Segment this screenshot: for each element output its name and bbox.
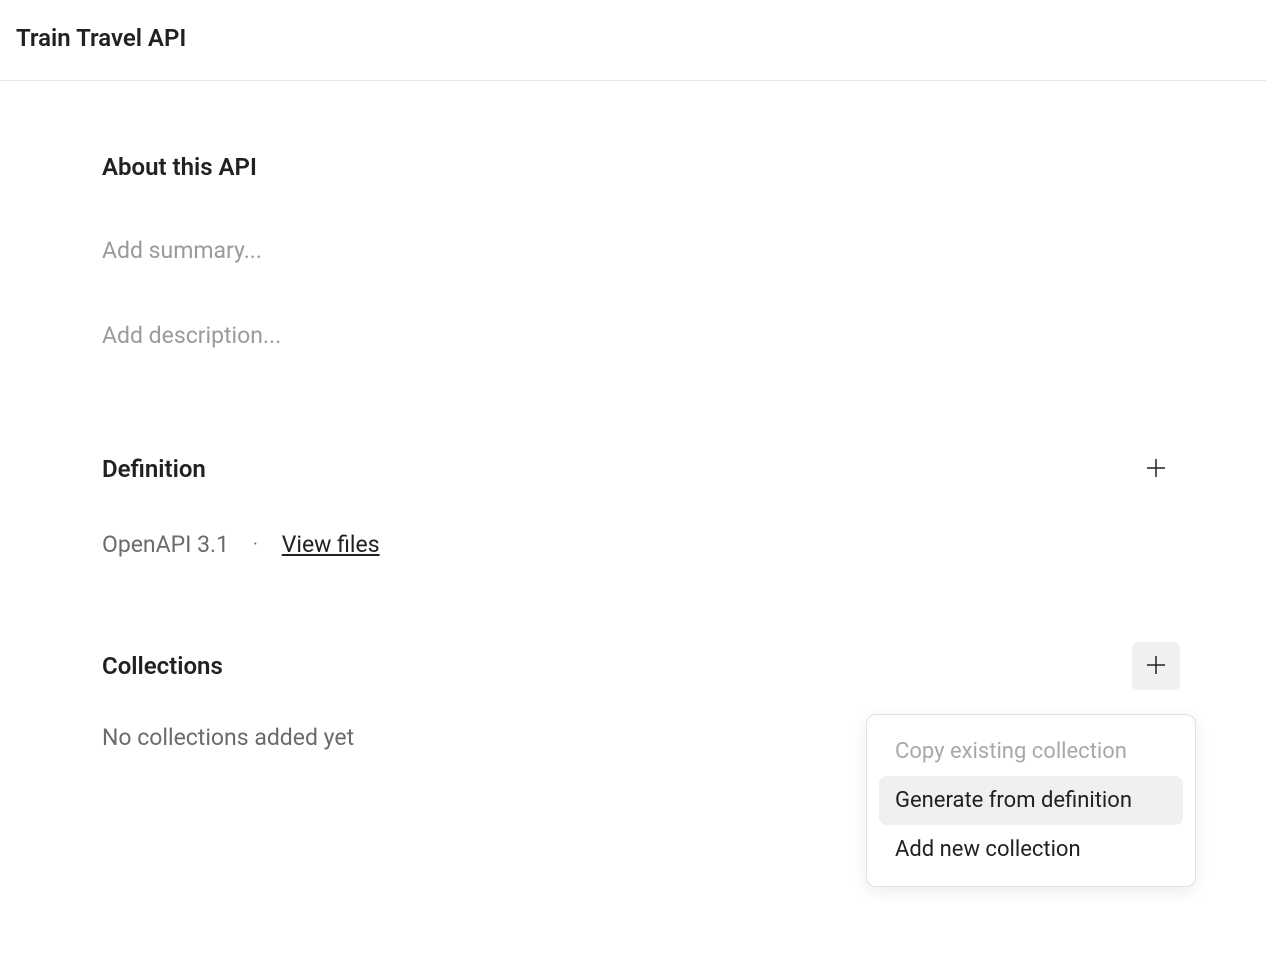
definition-section-header: Definition bbox=[102, 445, 1180, 493]
plus-icon bbox=[1144, 653, 1168, 680]
about-section-header: About this API bbox=[102, 153, 1180, 181]
menu-generate-from-definition[interactable]: Generate from definition bbox=[879, 776, 1183, 825]
collections-section: Collections Copy existing collection Gen… bbox=[102, 642, 1180, 751]
add-definition-button[interactable] bbox=[1132, 445, 1180, 493]
view-files-link[interactable]: View files bbox=[282, 531, 380, 558]
collections-section-title: Collections bbox=[102, 652, 223, 680]
definition-section: Definition OpenAPI 3.1 · View files bbox=[102, 445, 1180, 558]
collections-dropdown-menu: Copy existing collection Generate from d… bbox=[866, 714, 1196, 887]
add-collection-button[interactable] bbox=[1132, 642, 1180, 690]
definition-section-title: Definition bbox=[102, 455, 206, 483]
summary-input[interactable]: Add summary... bbox=[102, 237, 1180, 264]
definition-row: OpenAPI 3.1 · View files bbox=[102, 531, 1180, 558]
menu-copy-existing-collection: Copy existing collection bbox=[879, 727, 1183, 776]
main-content: About this API Add summary... Add descri… bbox=[0, 81, 1266, 751]
menu-add-new-collection[interactable]: Add new collection bbox=[879, 825, 1183, 874]
page-header: Train Travel API bbox=[0, 0, 1266, 81]
dot-separator: · bbox=[253, 534, 258, 555]
about-section-title: About this API bbox=[102, 153, 257, 181]
plus-icon bbox=[1144, 456, 1168, 483]
collections-section-header: Collections Copy existing collection Gen… bbox=[102, 642, 1180, 690]
about-section: About this API Add summary... Add descri… bbox=[102, 153, 1180, 349]
description-input[interactable]: Add description... bbox=[102, 322, 1180, 349]
page-title: Train Travel API bbox=[16, 24, 1250, 52]
definition-type-label: OpenAPI 3.1 bbox=[102, 531, 229, 558]
